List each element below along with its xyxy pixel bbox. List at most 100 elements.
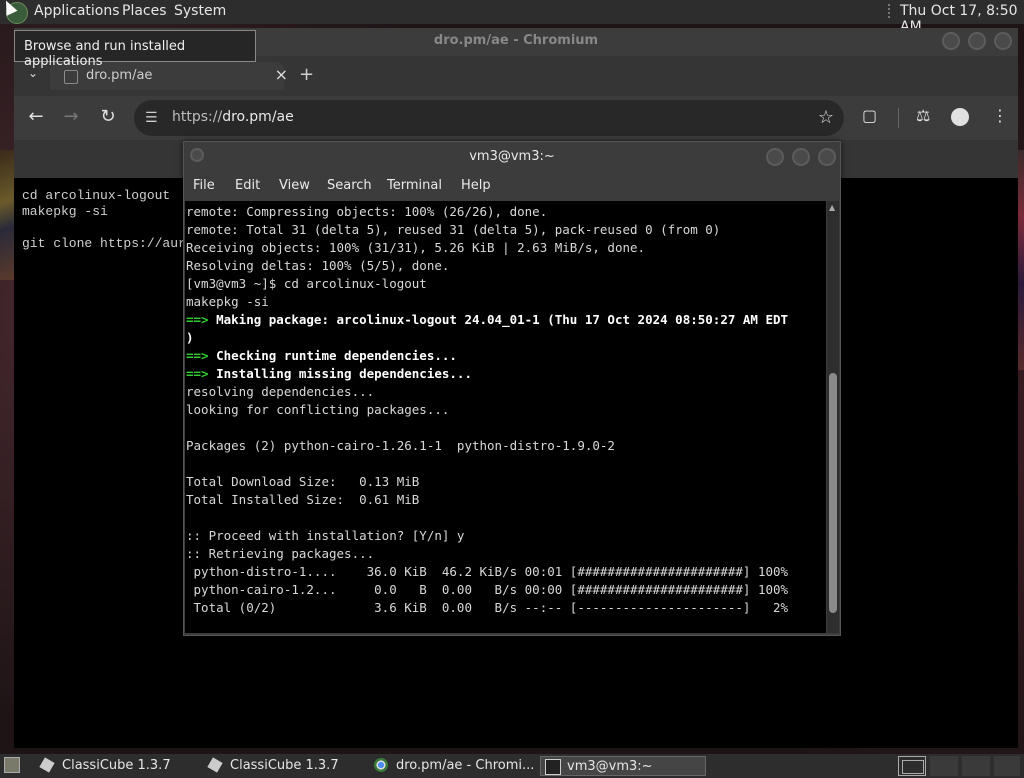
menu-applications[interactable]: Applications	[34, 3, 120, 19]
workspace-window-preview	[902, 760, 924, 774]
terminal-line: python-distro-1.... 36.0 KiB 46.2 KiB/s …	[186, 564, 789, 579]
terminal-line: resolving dependencies...	[186, 384, 375, 399]
line-text: Checking runtime dependencies...	[208, 348, 457, 363]
menu-search[interactable]: Search	[327, 178, 372, 193]
taskbar-item-classicube-2[interactable]: ClassiCube 1.3.7	[207, 756, 368, 776]
chromium-icon	[374, 758, 388, 772]
menu-places[interactable]: Places	[122, 3, 167, 19]
terminal-line: ==> Checking runtime dependencies...	[186, 347, 788, 365]
line-text: Installing missing dependencies...	[208, 366, 472, 381]
menu-help[interactable]: Help	[461, 178, 491, 193]
terminal-scrollbar[interactable]: ▲	[827, 201, 839, 633]
page-text: cd arcolinux-logout makepkg -si git clone …	[22, 188, 186, 252]
chromium-window-title: dro.pm/ae - Chromium	[433, 33, 599, 48]
terminal-line: [vm3@vm3 ~]$ cd arcolinux-logout	[186, 276, 427, 291]
terminal-line: looking for conflicting packages...	[186, 402, 450, 417]
taskbar-item-terminal[interactable]: vm3@vm3:~	[540, 756, 706, 776]
back-arrow-icon[interactable]: ←	[24, 106, 48, 127]
task-label: ClassiCube 1.3.7	[62, 758, 171, 773]
reload-icon[interactable]: ↻	[96, 106, 120, 127]
terminal-line: Receiving objects: 100% (31/31), 5.26 Ki…	[186, 240, 646, 255]
taskbar-item-classicube-1[interactable]: ClassiCube 1.3.7	[39, 756, 200, 776]
terminal-window-title: vm3@vm3:~	[469, 149, 555, 164]
page-line	[22, 220, 186, 236]
taskbar-item-chromium[interactable]: dro.pm/ae - Chromi...	[374, 756, 536, 776]
terminal-line: Resolving deltas: 100% (5/5), done.	[186, 258, 450, 273]
profile-avatar-icon[interactable]	[951, 108, 969, 126]
more-menu-icon[interactable]: ⋮	[992, 106, 1008, 125]
tab-close-icon[interactable]: ×	[275, 65, 288, 84]
wallpaper-detail	[0, 150, 14, 280]
bottom-taskbar: ClassiCube 1.3.7 ClassiCube 1.3.7 dro.pm…	[0, 754, 1024, 778]
menu-edit[interactable]: Edit	[235, 178, 260, 193]
terminal-line: :: Retrieving packages...	[186, 546, 375, 561]
bookmark-star-icon[interactable]: ☆	[818, 107, 834, 128]
toolbar-separator	[898, 108, 899, 128]
scroll-up-icon[interactable]: ▲	[829, 203, 835, 212]
terminal-line: remote: Compressing objects: 100% (26/26…	[186, 204, 548, 219]
terminal-line: Total (0/2) 3.6 KiB 0.00 B/s --:-- [----…	[186, 600, 789, 615]
page-line: cd arcolinux-logout	[22, 188, 171, 203]
menu-system[interactable]: System	[174, 3, 226, 19]
extensions-puzzle-icon[interactable]: ▢	[862, 106, 877, 125]
task-label: dro.pm/ae - Chromi...	[396, 758, 535, 773]
scroll-thumb[interactable]	[829, 373, 837, 613]
tab-title: dro.pm/ae	[86, 68, 153, 83]
top-panel: Applications Places System Thu Oct 17, 8…	[0, 0, 1024, 35]
url-text: https://dro.pm/ae	[172, 109, 294, 125]
terminal-line: python-cairo-1.2... 0.0 B 0.00 B/s 00:00…	[186, 582, 789, 597]
terminal-window: vm3@vm3:~ File Edit View Search Terminal…	[183, 141, 841, 636]
page-line: git clone https://aur	[22, 236, 186, 251]
cube-icon	[39, 757, 55, 773]
workspace-switcher-4[interactable]	[994, 756, 1020, 776]
workspace-switcher-3[interactable]	[962, 756, 990, 776]
terminal-line: Total Installed Size: 0.61 MiB	[186, 492, 420, 507]
line-text: Making package: arcolinux-logout 24.04_0…	[208, 312, 789, 327]
url-host: dro.pm/ae	[222, 109, 294, 125]
menu-terminal[interactable]: Terminal	[387, 178, 442, 193]
workspace-switcher-1[interactable]	[898, 756, 926, 776]
arrow-marker: ==>	[186, 312, 209, 327]
menu-view[interactable]: View	[279, 178, 310, 193]
window-menu-icon[interactable]	[190, 148, 204, 162]
arrow-marker: ==>	[186, 348, 209, 363]
show-desktop-icon[interactable]	[4, 757, 20, 773]
terminal-titlebar[interactable]: vm3@vm3:~	[184, 142, 840, 172]
terminal-line: )	[186, 330, 194, 345]
globe-icon	[64, 70, 78, 84]
terminal-line: ==> Installing missing dependencies...	[186, 365, 788, 383]
site-info-icon[interactable]: ☰	[145, 110, 158, 126]
minimize-icon[interactable]	[766, 148, 784, 166]
task-label: ClassiCube 1.3.7	[230, 758, 339, 773]
arrow-marker: ==>	[186, 366, 209, 381]
terminal-lines: remote: Compressing objects: 100% (26/26…	[186, 203, 788, 617]
terminal-line: makepkg -si	[186, 294, 269, 309]
workspace-switcher-2[interactable]	[930, 756, 958, 776]
terminal-menubar: File Edit View Search Terminal Help	[184, 174, 840, 198]
minimize-icon[interactable]	[942, 32, 960, 50]
new-tab-plus-icon[interactable]: +	[299, 64, 314, 85]
close-icon[interactable]	[994, 32, 1012, 50]
close-icon[interactable]	[818, 148, 836, 166]
task-label: vm3@vm3:~	[567, 759, 653, 774]
terminal-line: Total Download Size: 0.13 MiB	[186, 474, 420, 489]
browser-toolbar: ← → ↻ ☰ https://dro.pm/ae ☆ ▢ ⚖ ⋮	[14, 96, 1018, 140]
address-bar[interactable]: ☰ https://dro.pm/ae ☆	[134, 100, 844, 136]
terminal-line: remote: Total 31 (delta 5), reused 31 (d…	[186, 222, 721, 237]
tab-strip: ⌄ dro.pm/ae × +	[14, 62, 1018, 92]
page-line: makepkg -si	[22, 204, 108, 219]
menu-file[interactable]: File	[193, 178, 215, 193]
cube-icon	[207, 757, 223, 773]
labs-flask-icon[interactable]: ⚖	[916, 106, 930, 125]
maximize-icon[interactable]	[968, 32, 986, 50]
terminal-line: :: Proceed with installation? [Y/n] y	[186, 528, 465, 543]
forward-arrow-icon[interactable]: →	[59, 106, 83, 127]
panel-separator	[888, 4, 890, 20]
url-scheme: https://	[172, 109, 223, 125]
terminal-output[interactable]: remote: Compressing objects: 100% (26/26…	[185, 201, 826, 633]
terminal-line: ==> Making package: arcolinux-logout 24.…	[186, 311, 788, 329]
maximize-icon[interactable]	[792, 148, 810, 166]
